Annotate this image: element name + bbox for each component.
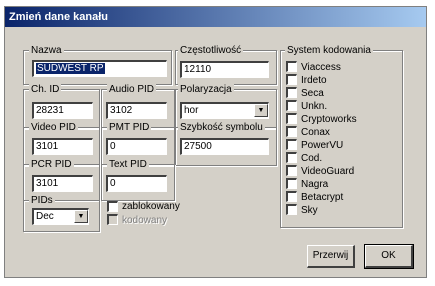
encoding-label-powervu[interactable]: PowerVU	[301, 140, 343, 151]
kodowany-label: kodowany	[122, 215, 168, 226]
encoding-label-conax[interactable]: Conax	[301, 127, 330, 138]
encoding-checkbox-conax[interactable]	[286, 126, 297, 137]
text-pid-input[interactable]: 0	[106, 175, 167, 192]
ch-id-input[interactable]: 28231	[32, 102, 93, 119]
szybkosc-label: Szybkość symbolu	[178, 122, 265, 133]
encoding-label-irdeto[interactable]: Irdeto	[301, 75, 327, 86]
polaryzacja-value: hor	[184, 105, 199, 116]
encoding-checkbox-seca[interactable]	[286, 87, 297, 98]
chevron-down-icon[interactable]: ▼	[74, 210, 88, 223]
audio-pid-label: Audio PID	[107, 84, 157, 95]
window-title: Zmień dane kanału	[5, 7, 426, 27]
encoding-checkbox-sky[interactable]	[286, 204, 297, 215]
nazwa-value: SUDWEST RP	[36, 63, 105, 74]
czestotliwosc-label: Częstotliwość	[178, 45, 244, 56]
pids-select[interactable]: Dec ▼	[32, 208, 89, 225]
encoding-checkbox-powervu[interactable]	[286, 139, 297, 150]
encoding-label-betacrypt[interactable]: Betacrypt	[301, 192, 343, 203]
encoding-checkbox-irdeto[interactable]	[286, 74, 297, 85]
encoding-label-cryptoworks[interactable]: Cryptoworks	[301, 114, 357, 125]
polaryzacja-label: Polaryzacja	[178, 84, 234, 95]
text-pid-label: Text PID	[107, 159, 149, 170]
pcr-pid-input[interactable]: 3101	[32, 175, 93, 192]
encoding-label-videoguard[interactable]: VideoGuard	[301, 166, 354, 177]
szybkosc-input[interactable]: 27500	[180, 138, 269, 155]
encoding-label-sky[interactable]: Sky	[301, 205, 318, 216]
pids-value: Dec	[36, 211, 54, 222]
encoding-label-nagra[interactable]: Nagra	[301, 179, 328, 190]
polaryzacja-select[interactable]: hor ▼	[180, 102, 269, 119]
encoding-checkbox-videoguard[interactable]	[286, 165, 297, 176]
zablokowany-checkbox[interactable]	[107, 201, 118, 212]
audio-pid-input[interactable]: 3102	[106, 102, 167, 119]
nazwa-label: Nazwa	[29, 45, 64, 56]
nazwa-input[interactable]: SUDWEST RP	[32, 60, 167, 77]
ch-id-label: Ch. ID	[29, 84, 62, 95]
encoding-checkbox-cryptoworks[interactable]	[286, 113, 297, 124]
video-pid-input[interactable]: 3101	[32, 138, 93, 155]
encoding-checkbox-cod[interactable]	[286, 152, 297, 163]
ok-button[interactable]: OK	[364, 244, 414, 269]
encoding-label: System kodowania	[285, 45, 373, 56]
encoding-checkbox-nagra[interactable]	[286, 178, 297, 189]
encoding-checkbox-betacrypt[interactable]	[286, 191, 297, 202]
encoding-checkbox-unkn[interactable]	[286, 100, 297, 111]
encoding-checkbox-viaccess[interactable]	[286, 61, 297, 72]
pcr-pid-label: PCR PID	[29, 159, 74, 170]
encoding-label-unkn[interactable]: Unkn.	[301, 101, 327, 112]
czestotliwosc-input[interactable]: 12110	[180, 61, 269, 78]
pids-label: PIDs	[29, 195, 55, 206]
cancel-button[interactable]: Przerwij	[307, 245, 355, 268]
kodowany-checkbox	[107, 214, 118, 225]
encoding-label-seca[interactable]: Seca	[301, 88, 324, 99]
encoding-label-cod[interactable]: Cod.	[301, 153, 322, 164]
pmt-pid-input[interactable]: 0	[106, 138, 167, 155]
pmt-pid-label: PMT PID	[107, 122, 152, 133]
chevron-down-icon[interactable]: ▼	[254, 104, 268, 117]
video-pid-label: Video PID	[29, 122, 78, 133]
dialog-window: Zmień dane kanału Nazwa SUDWEST RP Częst…	[4, 6, 427, 278]
encoding-label-viaccess[interactable]: Viaccess	[301, 62, 341, 73]
zablokowany-label[interactable]: zablokowany	[122, 201, 180, 212]
